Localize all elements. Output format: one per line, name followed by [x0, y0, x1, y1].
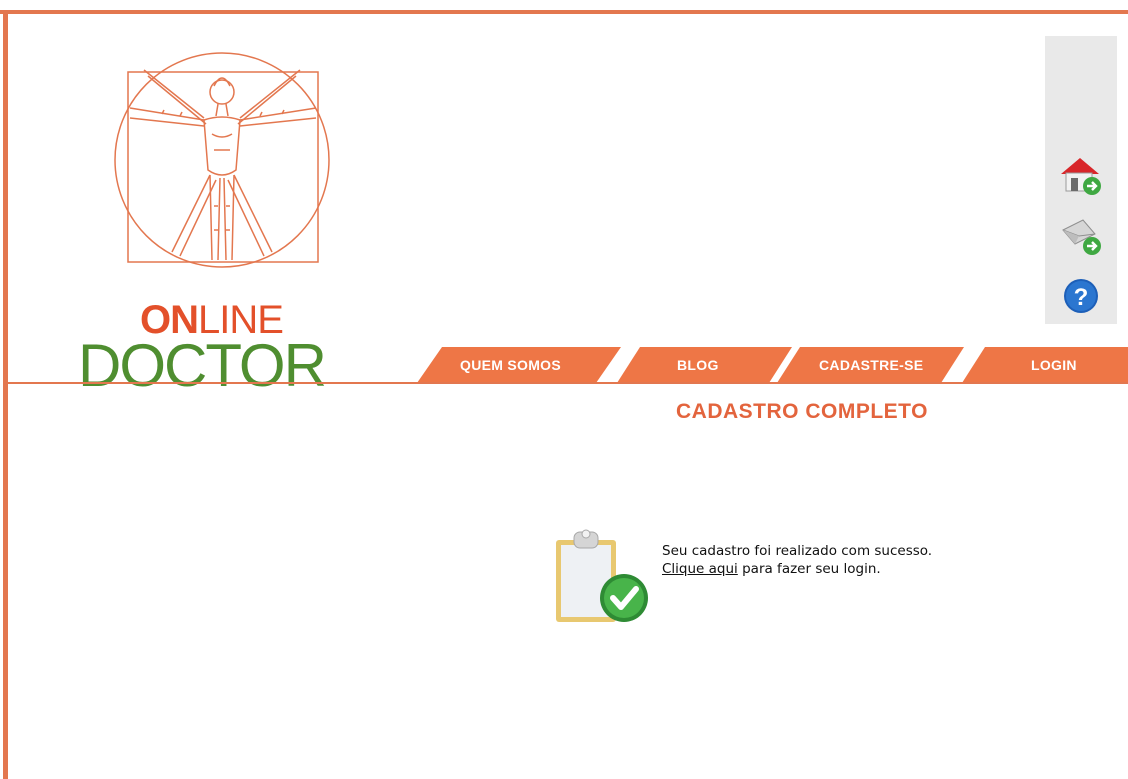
top-border [0, 10, 1128, 14]
success-text: Seu cadastro foi realizado com sucesso. [662, 543, 933, 559]
vitruvian-man-icon [114, 52, 330, 268]
site-logo[interactable]: ONLINE DOCTOR [78, 30, 360, 396]
nav-login[interactable]: LOGIN [1031, 357, 1077, 373]
svg-text:?: ? [1074, 284, 1089, 311]
clipboard-check-icon [552, 522, 652, 626]
nav-blog[interactable]: BLOG [677, 357, 719, 373]
quick-links-panel: ? [1045, 36, 1117, 324]
nav-cadastre-se[interactable]: CADASTRE-SE [819, 357, 923, 373]
login-instruction-rest: para fazer seu login. [737, 561, 881, 577]
home-go-icon[interactable] [1057, 152, 1103, 198]
login-link[interactable]: Clique aqui [662, 561, 738, 577]
nav-tabs-shape [417, 347, 1128, 383]
success-message: Seu cadastro foi realizado com sucesso. … [662, 542, 932, 578]
mail-go-icon[interactable] [1057, 214, 1103, 260]
help-icon[interactable]: ? [1057, 274, 1103, 320]
header-divider [8, 382, 1128, 384]
left-border [3, 10, 8, 779]
login-instruction: Clique aqui para fazer seu login. [662, 560, 932, 578]
nav-quem-somos[interactable]: QUEM SOMOS [460, 357, 561, 373]
page-title: CADASTRO COMPLETO [676, 400, 928, 423]
main-nav: QUEM SOMOS BLOG CADASTRE-SE LOGIN [0, 347, 1128, 383]
